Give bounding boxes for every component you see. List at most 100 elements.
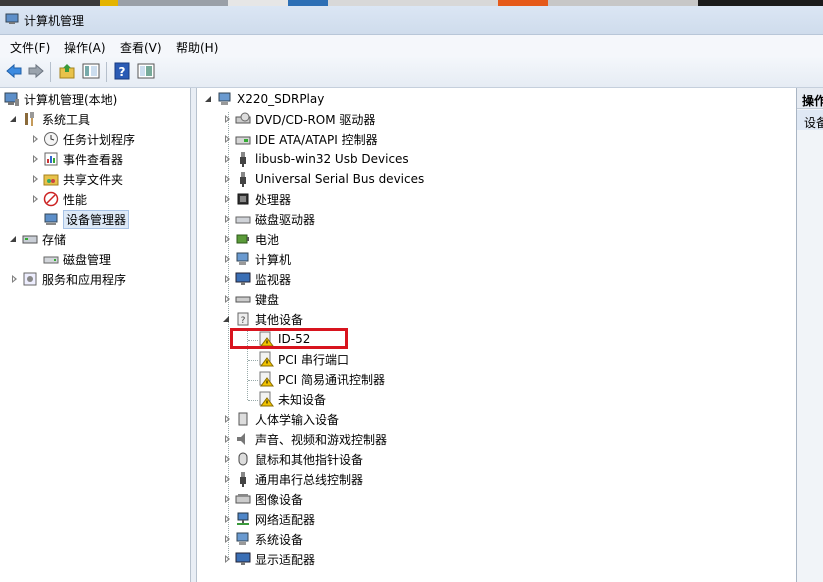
category-libusb[interactable]: libusb-win32 Usb Devices — [222, 150, 409, 168]
category-other-devices[interactable]: ? 其他设备 — [222, 310, 303, 328]
category-computer[interactable]: 计算机 — [222, 250, 291, 268]
tree-shared-folders[interactable]: 共享文件夹 — [30, 170, 123, 188]
warning-device-icon — [259, 351, 274, 367]
expand-arrow-icon[interactable] — [30, 174, 40, 184]
category-usb-controllers[interactable]: 通用串行总线控制器 — [222, 470, 363, 488]
hid-icon — [238, 412, 248, 426]
category-keyboards[interactable]: 键盘 — [222, 290, 279, 308]
category-sound-video-game[interactable]: 声音、视频和游戏控制器 — [222, 430, 387, 448]
tree-services-applications[interactable]: 服务和应用程序 — [9, 270, 126, 288]
battery-icon — [236, 234, 249, 244]
actions-header: 操作 — [797, 88, 823, 109]
expand-arrow-icon[interactable] — [222, 254, 232, 264]
expand-arrow-icon[interactable] — [222, 294, 232, 304]
device-tree-root[interactable]: X220_SDRPlay — [204, 90, 324, 108]
device-unknown[interactable]: 未知设备 — [258, 390, 326, 408]
expand-arrow-icon[interactable] — [222, 554, 232, 564]
tree-task-scheduler[interactable]: 任务计划程序 — [30, 130, 135, 148]
menu-view[interactable]: 查看(V) — [120, 39, 162, 56]
category-disk-drives[interactable]: 磁盘驱动器 — [222, 210, 315, 228]
clock-icon — [44, 132, 58, 146]
services-icon — [23, 272, 37, 286]
toolbar: ? — [0, 57, 823, 88]
expand-arrow-icon[interactable] — [222, 474, 232, 484]
expand-arrow-icon[interactable] — [222, 514, 232, 524]
keyboard-icon — [235, 296, 251, 303]
processor-icon — [237, 193, 249, 205]
display-adapter-icon — [235, 552, 251, 565]
expand-arrow-icon[interactable] — [222, 414, 232, 424]
scanner-icon — [235, 494, 251, 504]
tree-line — [248, 380, 258, 381]
show-hide-tree-icon[interactable] — [82, 62, 100, 80]
tree-disk-management[interactable]: 磁盘管理 — [43, 250, 111, 268]
tree-storage[interactable]: 存储 — [9, 230, 66, 248]
category-batteries[interactable]: 电池 — [222, 230, 279, 248]
event-viewer-icon — [44, 152, 58, 166]
category-system-devices[interactable]: 系统设备 — [222, 530, 303, 548]
tree-root-computer-management[interactable]: 计算机管理(本地) — [4, 90, 117, 108]
tree-performance[interactable]: 性能 — [30, 190, 87, 208]
actions-item-device-manager[interactable]: 设备 — [797, 110, 823, 130]
expand-arrow-icon[interactable] — [222, 214, 232, 224]
back-icon[interactable] — [5, 62, 23, 80]
expand-arrow-icon[interactable] — [222, 454, 232, 464]
expand-arrow-icon[interactable] — [222, 534, 232, 544]
collapse-arrow-icon[interactable] — [9, 114, 19, 124]
tree-line — [248, 400, 258, 401]
expand-arrow-icon[interactable] — [222, 194, 232, 204]
warning-device-icon — [259, 391, 274, 407]
forward-icon[interactable] — [27, 62, 45, 80]
usb-plug-icon — [240, 472, 246, 487]
tree-event-viewer[interactable]: 事件查看器 — [30, 150, 123, 168]
category-mice-pointing[interactable]: 鼠标和其他指针设备 — [222, 450, 363, 468]
expand-arrow-icon[interactable] — [30, 134, 40, 144]
collapse-arrow-icon[interactable] — [222, 314, 232, 324]
category-usb-devices[interactable]: Universal Serial Bus devices — [222, 170, 424, 188]
collapse-arrow-icon[interactable] — [204, 94, 214, 104]
speaker-icon — [237, 433, 245, 445]
category-dvd-cdrom[interactable]: DVD/CD-ROM 驱动器 — [222, 110, 375, 128]
expand-arrow-icon[interactable] — [222, 274, 232, 284]
expand-arrow-icon[interactable] — [222, 434, 232, 444]
usb-plug-icon — [240, 152, 246, 167]
unknown-device-icon: ? — [237, 312, 249, 326]
device-pci-simple-comm-controller[interactable]: PCI 简易通讯控制器 — [258, 370, 385, 388]
category-human-interface[interactable]: 人体学输入设备 — [222, 410, 339, 428]
disk-drive-icon — [235, 216, 251, 224]
category-imaging-devices[interactable]: 图像设备 — [222, 490, 303, 508]
expand-arrow-icon[interactable] — [222, 494, 232, 504]
category-monitors[interactable]: 监视器 — [222, 270, 291, 288]
expand-arrow-icon[interactable] — [222, 134, 232, 144]
expand-arrow-icon[interactable] — [222, 174, 232, 184]
menu-file[interactable]: 文件(F) — [10, 39, 50, 56]
highlight-box — [230, 328, 348, 349]
actions-panel: 操作 设备 — [796, 88, 823, 582]
shared-folder-icon — [43, 174, 59, 186]
menu-help[interactable]: 帮助(H) — [176, 39, 218, 56]
svg-text:?: ? — [119, 65, 126, 79]
expand-arrow-icon[interactable] — [30, 154, 40, 164]
tree-system-tools[interactable]: 系统工具 — [9, 110, 90, 128]
menu-action[interactable]: 操作(A) — [64, 39, 106, 56]
tree-device-manager[interactable]: 设备管理器 — [43, 209, 130, 229]
help-icon[interactable]: ? — [113, 62, 131, 80]
computer-icon — [218, 92, 231, 105]
expand-arrow-icon[interactable] — [222, 114, 232, 124]
optical-drive-icon — [235, 112, 251, 124]
device-pci-serial-port[interactable]: PCI 串行端口 — [258, 350, 349, 368]
computer-management-icon — [5, 13, 19, 24]
svg-text:?: ? — [241, 316, 246, 326]
expand-arrow-icon[interactable] — [30, 194, 40, 204]
expand-arrow-icon[interactable] — [222, 154, 232, 164]
category-processors[interactable]: 处理器 — [222, 190, 291, 208]
category-display-adapters[interactable]: 显示适配器 — [222, 550, 315, 568]
expand-arrow-icon[interactable] — [222, 234, 232, 244]
category-network-adapters[interactable]: 网络适配器 — [222, 510, 315, 528]
expand-arrow-icon[interactable] — [9, 274, 19, 284]
category-ide-ata[interactable]: IDE ATA/ATAPI 控制器 — [222, 130, 378, 148]
properties-icon[interactable] — [137, 62, 155, 80]
collapse-arrow-icon[interactable] — [9, 234, 19, 244]
menu-bar: 文件(F) 操作(A) 查看(V) 帮助(H) — [0, 35, 823, 57]
up-folder-icon[interactable] — [58, 62, 76, 80]
